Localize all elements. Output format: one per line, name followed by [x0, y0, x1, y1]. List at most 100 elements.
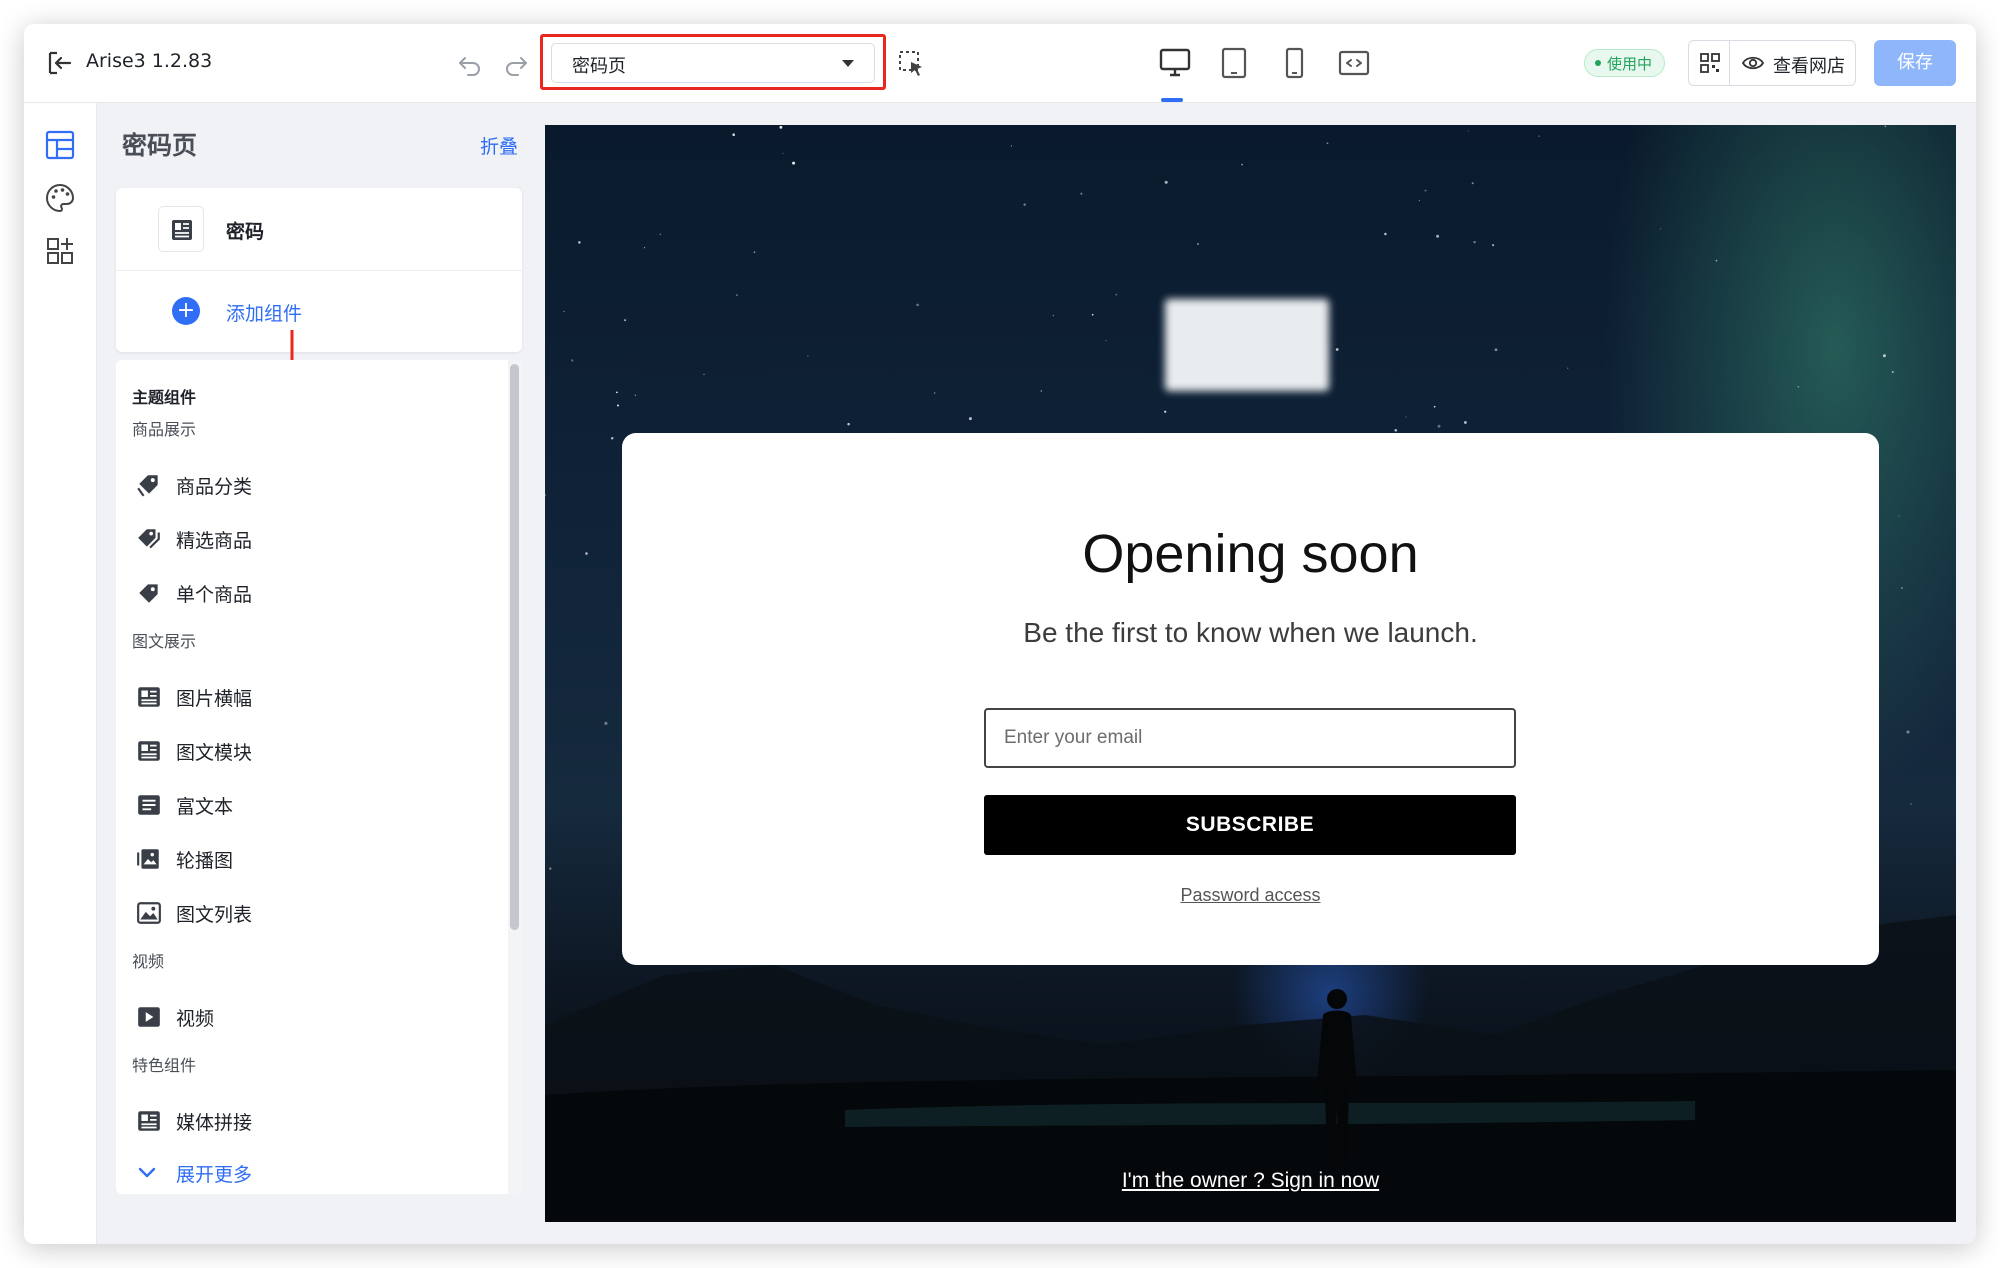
image-text-icon: [172, 220, 192, 240]
star: [659, 233, 661, 235]
star: [1091, 313, 1094, 316]
library-item-label: 轮播图: [176, 850, 234, 872]
star: [604, 721, 608, 725]
card-subtitle: Be the first to know when we launch.: [1023, 617, 1478, 648]
collapse-link[interactable]: 折叠: [480, 132, 518, 159]
plus-circle-icon[interactable]: +: [172, 297, 200, 325]
caret-down-icon: [842, 60, 854, 67]
palette-icon[interactable]: [44, 182, 76, 214]
star: [1901, 587, 1903, 589]
email-field[interactable]: [984, 708, 1516, 768]
star: [807, 355, 809, 357]
exit-icon[interactable]: [44, 48, 74, 78]
star: [1418, 200, 1420, 202]
library-item[interactable]: 图片横幅: [116, 670, 496, 724]
eye-icon: [1741, 56, 1765, 70]
star: [1115, 293, 1118, 296]
star: [1040, 390, 1042, 392]
add-component-button[interactable]: 添加组件: [226, 299, 302, 326]
star: [1405, 416, 1407, 418]
library-item-label: 单个商品: [176, 584, 253, 606]
star: [782, 152, 784, 154]
library-item[interactable]: 商品分类: [116, 458, 496, 512]
star: [1467, 130, 1469, 132]
section-card: 密码 + 添加组件: [116, 188, 522, 352]
save-button[interactable]: 保存: [1874, 40, 1956, 86]
star: [1491, 243, 1495, 247]
star: [1891, 371, 1894, 373]
star: [1424, 189, 1427, 192]
library-category-title: 视频: [132, 952, 165, 971]
library-item-label: 图文列表: [176, 904, 253, 926]
button-divider: [1729, 41, 1730, 85]
star: [549, 867, 552, 870]
scrollbar-thumb[interactable]: [510, 364, 519, 930]
star: [563, 310, 565, 313]
star: [1433, 405, 1436, 408]
star: [1164, 410, 1167, 413]
star: [1884, 125, 1887, 128]
page-select[interactable]: 密码页: [551, 43, 875, 83]
desktop-icon[interactable]: [1158, 46, 1192, 80]
star: [1326, 142, 1329, 145]
subscribe-button[interactable]: SUBSCRIBE: [984, 795, 1516, 855]
password-access-link[interactable]: Password access: [622, 885, 1879, 906]
star: [610, 437, 614, 440]
image-list-icon: [136, 900, 162, 926]
apps-icon[interactable]: [44, 235, 76, 267]
section-label: 密码: [226, 221, 265, 243]
library-item[interactable]: 图文模块: [116, 724, 496, 778]
star: [1164, 180, 1168, 184]
star: [753, 251, 756, 253]
library-item[interactable]: 图文列表: [116, 886, 496, 940]
qr-code-icon[interactable]: [1699, 52, 1721, 74]
mobile-icon[interactable]: [1277, 46, 1311, 80]
star: [1882, 354, 1886, 358]
expand-more-button[interactable]: 展开更多: [116, 1156, 496, 1194]
view-store-group: 查看网店: [1688, 40, 1856, 86]
star: [1394, 428, 1398, 432]
layout-sections-icon[interactable]: [44, 129, 76, 161]
status-dot: [1595, 59, 1601, 66]
undo-icon[interactable]: [456, 50, 484, 78]
library-item-label: 媒体拼接: [176, 1112, 253, 1134]
star: [1567, 367, 1569, 369]
top-bar: Arise3 1.2.83 密码页 使用中 查看网店 保存: [24, 24, 1976, 103]
fullscreen-icon[interactable]: [1337, 46, 1371, 80]
view-store-button[interactable]: 查看网店: [1773, 52, 1845, 78]
star: [1906, 730, 1910, 734]
library-item-label: 精选商品: [176, 530, 253, 552]
person-silhouette: [1317, 989, 1357, 1165]
star: [1471, 182, 1474, 185]
owner-sign-in-link[interactable]: I'm the owner ? Sign in now: [545, 1169, 1956, 1193]
library-category-title: 特色组件: [132, 1056, 197, 1075]
redo-icon[interactable]: [502, 50, 530, 78]
star: [1436, 234, 1440, 238]
star: [1052, 314, 1055, 317]
carousel-icon: [136, 846, 162, 872]
library-item-label: 富文本: [176, 796, 234, 818]
star: [1384, 232, 1387, 236]
select-tool-icon[interactable]: [896, 48, 926, 78]
star: [1105, 340, 1107, 342]
library-theme-title: 主题组件: [132, 388, 197, 407]
library-item[interactable]: 视频: [116, 990, 496, 1044]
star: [1797, 386, 1800, 388]
star: [634, 394, 637, 397]
left-rail: [24, 103, 97, 1244]
tablet-icon[interactable]: [1217, 46, 1251, 80]
library-item[interactable]: 轮播图: [116, 832, 496, 886]
star: [916, 303, 919, 307]
library-item[interactable]: 单个商品: [116, 566, 496, 620]
library-item[interactable]: 精选商品: [116, 512, 496, 566]
star: [578, 241, 581, 244]
section-item-password[interactable]: 密码: [116, 188, 522, 271]
star: [1241, 163, 1243, 166]
active-device-indicator: [1161, 98, 1183, 102]
tag-cluster-icon: [136, 472, 162, 498]
library-item[interactable]: 媒体拼接: [116, 1094, 496, 1148]
star: [1196, 242, 1199, 246]
library-item[interactable]: 富文本: [116, 778, 496, 832]
star: [545, 494, 547, 497]
page-select-highlight: 密码页: [540, 34, 886, 90]
